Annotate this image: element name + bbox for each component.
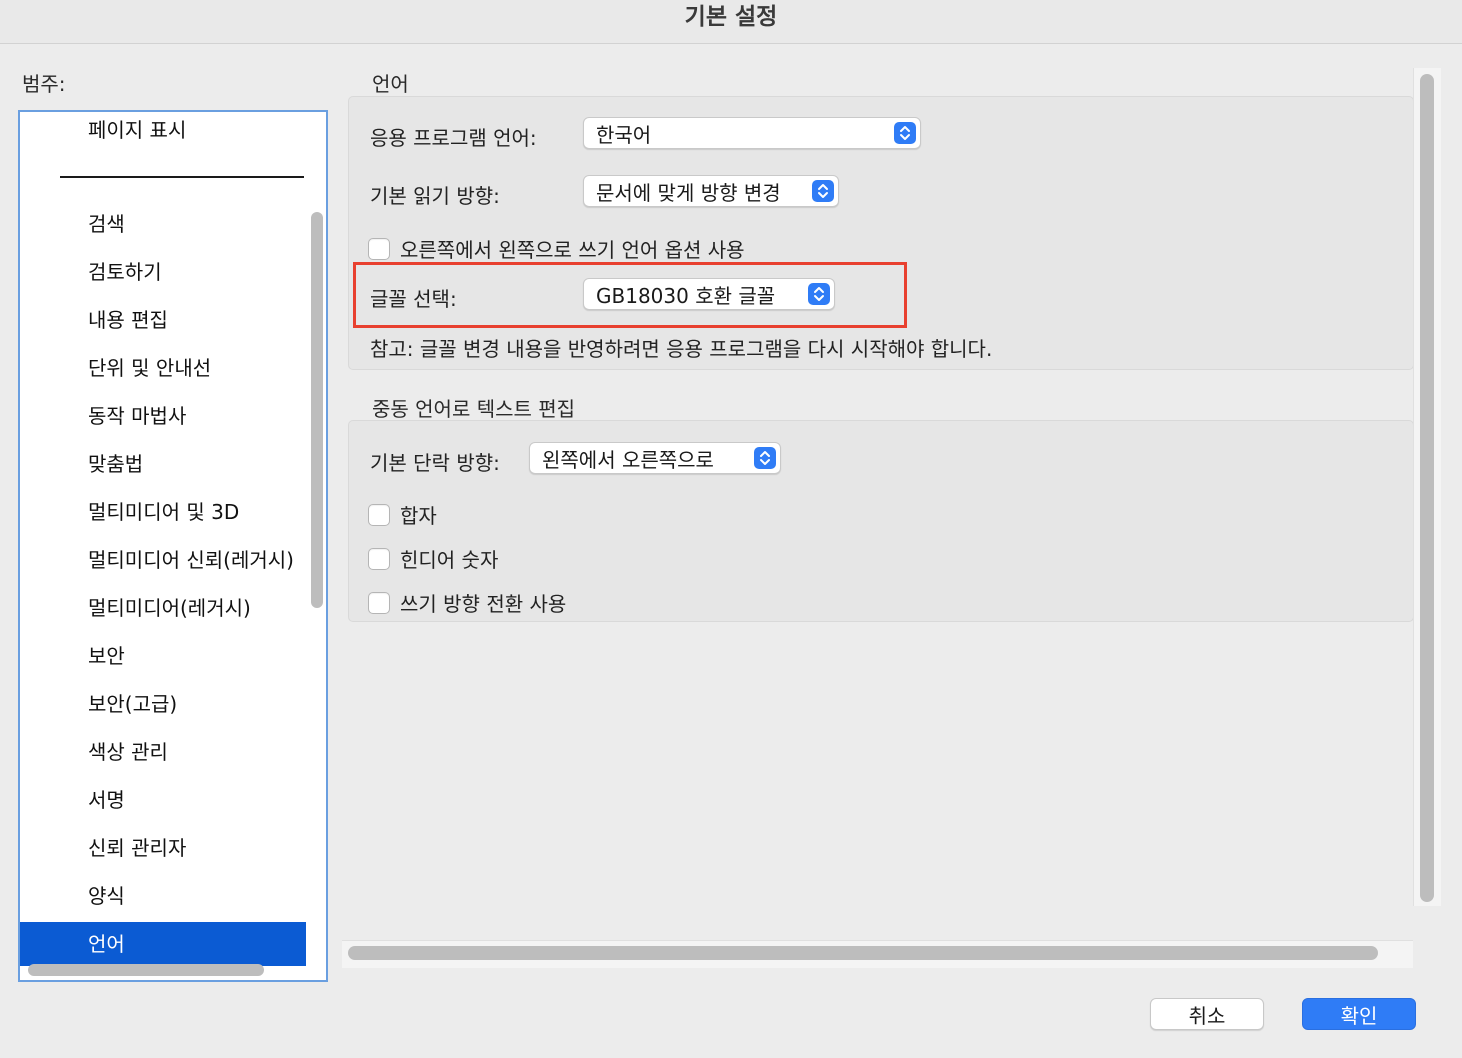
category-item-security-advanced[interactable]: 보안(고급)	[20, 682, 306, 726]
category-item-multimedia-trust-legacy[interactable]: 멀티미디어 신뢰(레거시)	[20, 538, 306, 582]
ligatures-row[interactable]: 합자	[368, 500, 437, 529]
direction-toggle-row[interactable]: 쓰기 방향 전환 사용	[368, 588, 566, 617]
language-section-title: 언어	[372, 72, 409, 96]
category-item-trust-manager[interactable]: 신뢰 관리자	[20, 826, 306, 870]
category-item-forms[interactable]: 양식	[20, 874, 306, 918]
categories-label: 범주:	[22, 72, 66, 96]
content-vscrollbar-thumb[interactable]	[1420, 74, 1434, 902]
category-list[interactable]: 페이지 표시 검색 검토하기 내용 편집 단위 및 안내선 동작 마법사 맞춤법…	[18, 110, 328, 982]
rtl-option-label: 오른쪽에서 왼쪽으로 쓰기 언어 옵션 사용	[400, 238, 745, 262]
font-select-label: 글꼴 선택:	[370, 287, 457, 311]
app-language-label: 응용 프로그램 언어:	[370, 126, 537, 150]
chevron-updown-icon	[808, 283, 830, 305]
direction-toggle-label: 쓰기 방향 전환 사용	[400, 592, 567, 616]
hindi-digits-checkbox[interactable]	[368, 547, 390, 570]
category-item-action-wizard[interactable]: 동작 마법사	[20, 394, 306, 438]
chevron-updown-icon	[754, 447, 776, 469]
reading-direction-value: 문서에 맞게 방향 변경	[596, 180, 781, 205]
hindi-digits-label: 힌디어 숫자	[400, 548, 499, 572]
category-item-content-editing[interactable]: 내용 편집	[20, 298, 306, 342]
category-item-security[interactable]: 보안	[20, 634, 306, 678]
font-select-value: GB18030 호환 글꼴	[596, 283, 776, 308]
reading-direction-select[interactable]: 문서에 맞게 방향 변경	[583, 175, 839, 207]
ligatures-checkbox[interactable]	[368, 503, 390, 526]
window-titlebar: 기본 설정	[0, 0, 1462, 44]
category-item-spelling[interactable]: 맞춤법	[20, 442, 306, 486]
category-item-review[interactable]: 검토하기	[20, 250, 306, 294]
hindi-digits-row[interactable]: 힌디어 숫자	[368, 544, 498, 573]
category-hscrollbar-thumb[interactable]	[28, 964, 264, 976]
paragraph-direction-label: 기본 단락 방향:	[370, 451, 500, 475]
category-divider	[60, 176, 304, 178]
mideast-section-title: 중동 언어로 텍스트 편집	[372, 397, 576, 421]
category-item-signatures[interactable]: 서명	[20, 778, 306, 822]
font-select-dropdown[interactable]: GB18030 호환 글꼴	[583, 278, 835, 310]
rtl-option-row[interactable]: 오른쪽에서 왼쪽으로 쓰기 언어 옵션 사용	[368, 234, 745, 263]
reading-direction-label: 기본 읽기 방향:	[370, 184, 500, 208]
category-item-units-guides[interactable]: 단위 및 안내선	[20, 346, 306, 390]
ligatures-label: 합자	[400, 504, 437, 528]
app-language-value: 한국어	[596, 122, 652, 147]
category-item-page-display[interactable]: 페이지 표시	[20, 112, 306, 152]
chevron-updown-icon	[812, 180, 834, 202]
chevron-updown-icon	[894, 122, 916, 144]
direction-toggle-checkbox[interactable]	[368, 591, 390, 614]
paragraph-direction-select[interactable]: 왼쪽에서 오른쪽으로	[529, 442, 781, 474]
app-language-select[interactable]: 한국어	[583, 117, 921, 149]
category-item-search[interactable]: 검색	[20, 202, 306, 246]
content-hscrollbar-thumb[interactable]	[348, 946, 1378, 960]
paragraph-direction-value: 왼쪽에서 오른쪽으로	[542, 447, 714, 472]
cancel-button[interactable]: 취소	[1150, 998, 1264, 1030]
rtl-option-checkbox[interactable]	[368, 237, 390, 260]
category-item-language[interactable]: 언어	[20, 922, 306, 966]
window-title: 기본 설정	[684, 3, 778, 30]
category-item-color-management[interactable]: 색상 관리	[20, 730, 306, 774]
restart-note: 참고: 글꼴 변경 내용을 반영하려면 응용 프로그램을 다시 시작해야 합니다…	[370, 337, 993, 361]
category-item-multimedia-legacy[interactable]: 멀티미디어(레거시)	[20, 586, 306, 630]
category-item-multimedia-3d[interactable]: 멀티미디어 및 3D	[20, 490, 306, 534]
ok-button[interactable]: 확인	[1302, 998, 1416, 1030]
category-scrollbar-thumb[interactable]	[311, 212, 323, 608]
